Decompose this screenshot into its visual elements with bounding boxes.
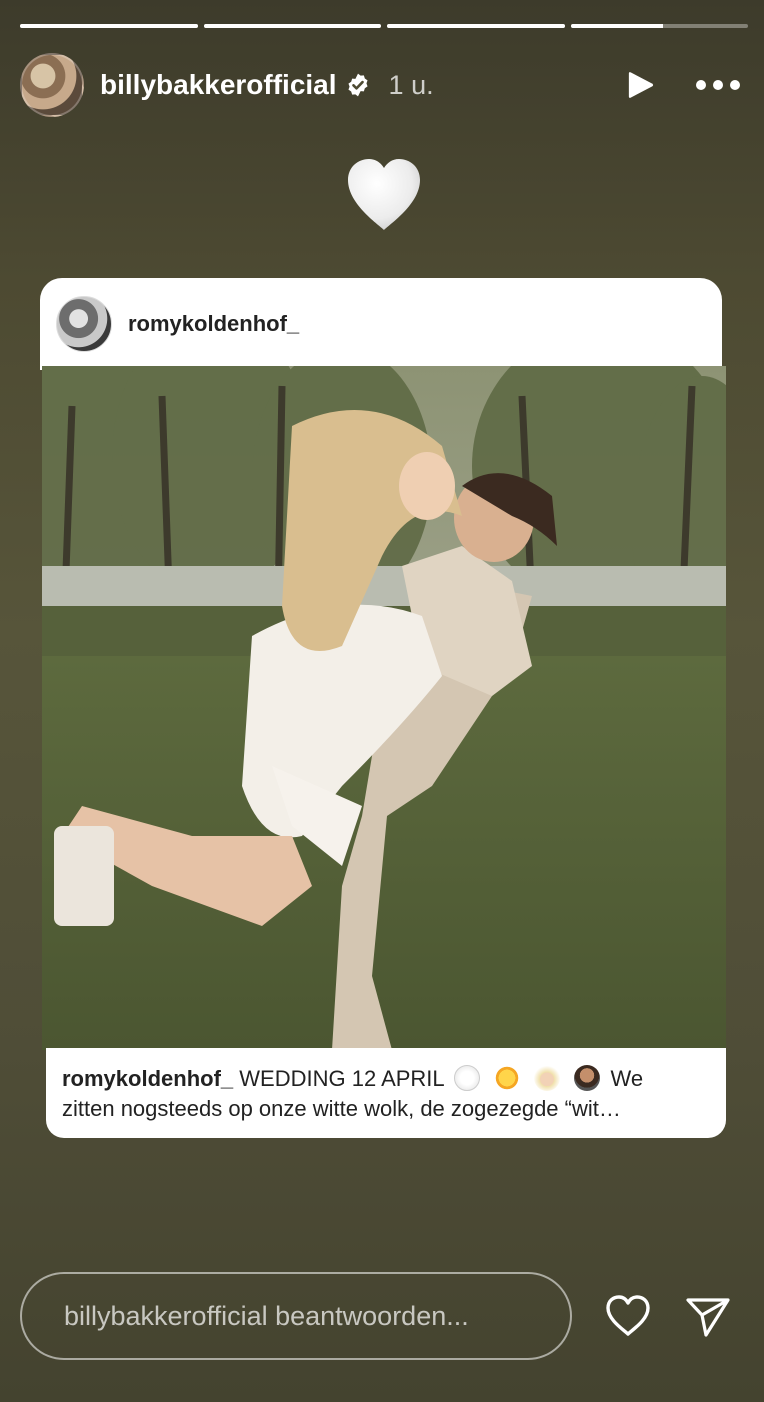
white-heart-emoji	[453, 1065, 480, 1091]
progress-segment-2	[203, 24, 381, 28]
caption-text: WEDDING 12 APRIL	[239, 1066, 444, 1091]
wedding-photo-illustration	[42, 366, 726, 1050]
groom-emoji	[574, 1065, 601, 1091]
shared-post-username[interactable]: romykoldenhof_	[128, 311, 299, 337]
shared-post-caption: romykoldenhof_ WEDDING 12 APRIL We zitte…	[46, 1048, 726, 1138]
progress-segment-3	[387, 24, 565, 28]
more-options-icon[interactable]	[696, 68, 740, 102]
shared-post-card[interactable]: romykoldenhof_ romykoldenhof_ WEDDING 12…	[40, 278, 726, 1138]
caption-username[interactable]: romykoldenhof_	[62, 1066, 233, 1091]
reply-field-container[interactable]	[20, 1272, 572, 1360]
progress-segment-4	[570, 24, 748, 28]
story-username[interactable]: billybakkerofficial	[100, 69, 337, 101]
story-header: billybakkerofficial 1 u.	[20, 52, 740, 118]
caption-text-tail: We	[610, 1066, 644, 1091]
bride-emoji	[534, 1065, 561, 1091]
caption-line-2: zitten nogsteeds op onze witte wolk, de …	[62, 1096, 621, 1121]
white-heart-emoji	[344, 156, 424, 234]
shared-post-header: romykoldenhof_	[40, 278, 722, 370]
verified-badge-icon	[345, 72, 371, 98]
shared-post-photo[interactable]	[42, 366, 726, 1050]
play-icon[interactable]	[624, 68, 658, 102]
progress-segment-1	[20, 24, 198, 28]
profile-avatar[interactable]	[20, 53, 84, 117]
sun-emoji	[494, 1065, 521, 1091]
story-progress-bar	[20, 24, 748, 28]
send-icon[interactable]	[684, 1295, 732, 1339]
reply-input[interactable]	[64, 1300, 570, 1332]
shared-post-avatar[interactable]	[56, 296, 112, 352]
heart-icon[interactable]	[604, 1294, 652, 1338]
story-timestamp: 1 u.	[388, 69, 434, 100]
multiple-images-icon	[670, 386, 704, 420]
